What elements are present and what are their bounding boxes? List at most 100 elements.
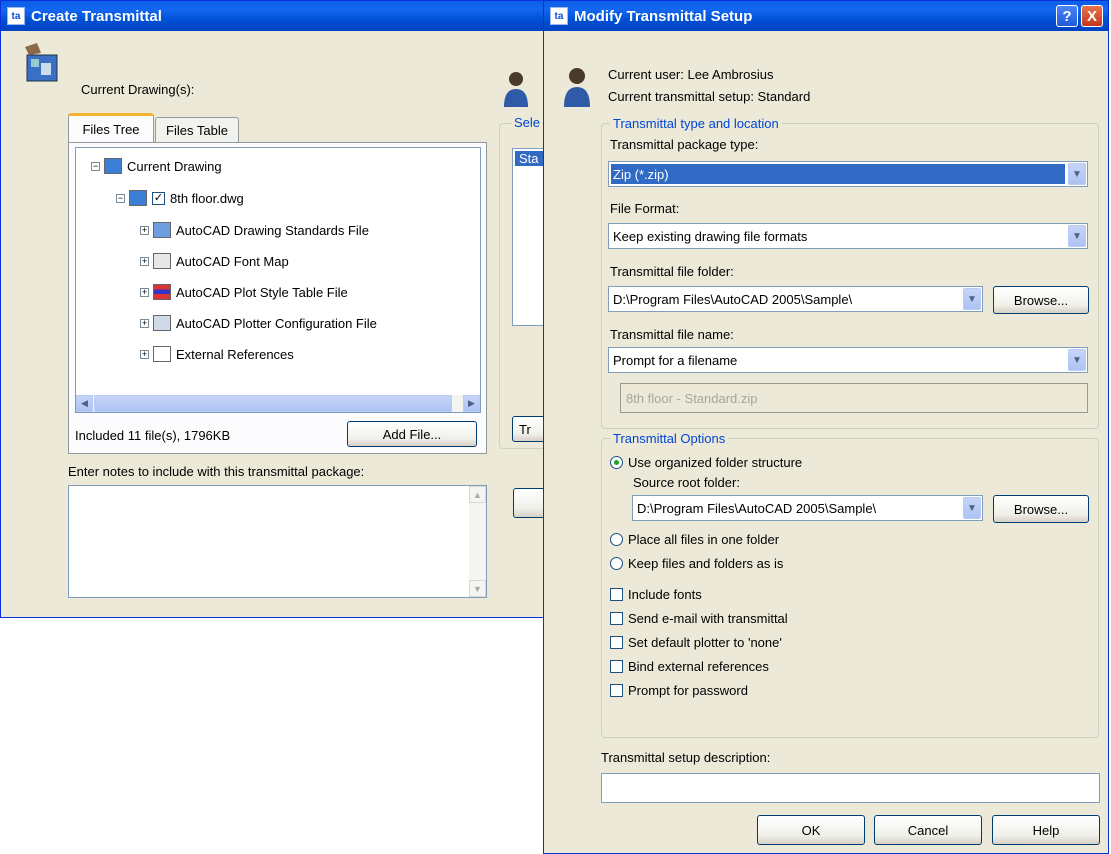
browse-root-button[interactable]: Browse... <box>993 495 1089 523</box>
chevron-down-icon[interactable]: ▼ <box>963 288 981 310</box>
expand-icon[interactable]: + <box>140 287 149 297</box>
file-format-select[interactable]: Keep existing drawing file formats ▼ <box>608 223 1088 249</box>
tab-files-tree-label: Files Tree <box>82 122 140 137</box>
chevron-down-icon[interactable]: ▼ <box>963 497 981 519</box>
title-bar[interactable]: ta Create Transmittal <box>1 1 547 31</box>
file-folder-select[interactable]: D:\Program Files\AutoCAD 2005\Sample\ ▼ <box>608 286 983 312</box>
files-tree-panel: − Current Drawing − ✓ 8th floor.dwg + Au… <box>68 142 487 454</box>
checkbox-include-fonts[interactable]: Include fonts <box>610 587 702 602</box>
user-icon <box>562 65 592 109</box>
plotter-icon <box>153 315 171 331</box>
expand-icon[interactable]: + <box>140 225 149 235</box>
current-user-text: Current user: Lee Ambrosius <box>608 67 774 82</box>
tree-item-label: 8th floor.dwg <box>170 190 244 206</box>
chevron-down-icon[interactable]: ▼ <box>1068 163 1086 185</box>
radio-button[interactable] <box>610 557 623 570</box>
tab-files-table[interactable]: Files Table <box>155 117 239 143</box>
tree-item-label: Current Drawing <box>127 158 222 174</box>
add-file-button[interactable]: Add File... <box>347 421 477 447</box>
file-name-select[interactable]: Prompt for a filename ▼ <box>608 347 1088 373</box>
drawing-set-icon <box>21 41 65 85</box>
title-bar[interactable]: ta Modify Transmittal Setup ? X <box>544 1 1108 31</box>
file-name-preview: 8th floor - Standard.zip <box>620 383 1088 413</box>
file-folder-value: D:\Program Files\AutoCAD 2005\Sample\ <box>613 291 853 307</box>
expand-icon[interactable]: + <box>140 349 149 359</box>
tree-item-font-map[interactable]: + AutoCAD Font Map <box>140 251 289 271</box>
browse-folder-button[interactable]: Browse... <box>993 286 1089 314</box>
drawing-icon <box>129 190 147 206</box>
chevron-down-icon[interactable]: ▼ <box>1068 225 1086 247</box>
scroll-right-button[interactable]: ▶ <box>463 395 480 412</box>
radio-organized-folder[interactable]: Use organized folder structure <box>610 455 802 470</box>
setup-list-item[interactable]: Sta <box>515 151 543 166</box>
source-root-label: Source root folder: <box>633 475 740 490</box>
help-button[interactable]: Help <box>992 815 1100 845</box>
checkbox-default-plotter[interactable]: Set default plotter to 'none' <box>610 635 782 650</box>
close-icon[interactable]: X <box>1081 5 1103 27</box>
checkbox-send-email[interactable]: Send e-mail with transmittal <box>610 611 788 626</box>
type-location-group-label: Transmittal type and location <box>610 116 782 131</box>
radio-one-folder[interactable]: Place all files in one folder <box>610 532 779 547</box>
font-map-icon <box>153 253 171 269</box>
current-setup-text: Current transmittal setup: Standard <box>608 89 811 104</box>
include-checkbox[interactable]: ✓ <box>152 191 165 205</box>
help-icon[interactable]: ? <box>1056 5 1078 27</box>
collapse-icon[interactable]: − <box>116 193 125 203</box>
tab-files-tree[interactable]: Files Tree <box>68 113 154 143</box>
user-icon <box>501 69 531 109</box>
file-name-value: Prompt for a filename <box>613 352 738 368</box>
scroll-thumb[interactable] <box>94 395 452 412</box>
current-drawings-label: Current Drawing(s): <box>81 82 195 97</box>
expand-icon[interactable]: + <box>140 256 149 266</box>
files-tree-view[interactable]: − Current Drawing − ✓ 8th floor.dwg + Au… <box>75 147 481 413</box>
tree-item-xrefs[interactable]: + External References <box>140 344 294 364</box>
plot-style-icon <box>153 284 171 300</box>
radio-button[interactable] <box>610 533 623 546</box>
tree-item-standards-file[interactable]: + AutoCAD Drawing Standards File <box>140 220 369 240</box>
notes-textarea[interactable]: ▲ ▼ <box>68 485 487 598</box>
create-transmittal-window: ta Create Transmittal Current Drawing(s)… <box>0 0 559 618</box>
modify-transmittal-setup-window: ta Modify Transmittal Setup ? X Current … <box>543 0 1109 854</box>
checkbox-prompt-password[interactable]: Prompt for password <box>610 683 748 698</box>
tree-item-plot-style[interactable]: + AutoCAD Plot Style Table File <box>140 282 348 302</box>
file-format-value: Keep existing drawing file formats <box>613 228 808 244</box>
ok-button[interactable]: OK <box>757 815 865 845</box>
collapse-icon[interactable]: − <box>91 161 100 171</box>
checkbox-bind-xrefs[interactable]: Bind external references <box>610 659 769 674</box>
description-input[interactable] <box>601 773 1100 803</box>
chevron-down-icon[interactable]: ▼ <box>1068 349 1086 371</box>
tree-item-label: External References <box>176 346 294 362</box>
scroll-down-button[interactable]: ▼ <box>469 580 486 597</box>
window-title: Modify Transmittal Setup <box>574 7 753 25</box>
expand-icon[interactable]: + <box>140 318 149 328</box>
file-name-label: Transmittal file name: <box>610 327 734 342</box>
scroll-left-button[interactable]: ◀ <box>76 395 93 412</box>
file-format-label: File Format: <box>610 201 680 216</box>
radio-keep-as-is[interactable]: Keep files and folders as is <box>610 556 783 571</box>
tree-item-label: AutoCAD Plot Style Table File <box>176 284 348 300</box>
cancel-button[interactable]: Cancel <box>874 815 982 845</box>
notes-scrollbar[interactable]: ▲ ▼ <box>469 486 486 597</box>
scroll-up-button[interactable]: ▲ <box>469 486 486 503</box>
tree-item-label: AutoCAD Plotter Configuration File <box>176 315 377 331</box>
app-icon: ta <box>7 7 25 25</box>
checkbox[interactable] <box>610 660 623 673</box>
checkbox[interactable] <box>610 588 623 601</box>
radio-button[interactable] <box>610 456 623 469</box>
source-root-value: D:\Program Files\AutoCAD 2005\Sample\ <box>637 500 877 516</box>
checkbox[interactable] <box>610 636 623 649</box>
horizontal-scrollbar[interactable]: ◀ ▶ <box>76 395 480 412</box>
file-folder-label: Transmittal file folder: <box>610 264 734 279</box>
tree-item-8th-floor[interactable]: − ✓ 8th floor.dwg <box>116 188 244 208</box>
tree-item-label: AutoCAD Font Map <box>176 253 289 269</box>
description-label: Transmittal setup description: <box>601 750 771 765</box>
checkbox[interactable] <box>610 612 623 625</box>
checkbox[interactable] <box>610 684 623 697</box>
tree-item-plotter-config[interactable]: + AutoCAD Plotter Configuration File <box>140 313 377 333</box>
package-type-select[interactable]: Zip (*.zip) ▼ <box>608 161 1088 187</box>
tree-item-current-drawing[interactable]: − Current Drawing <box>91 156 222 176</box>
package-type-value: Zip (*.zip) <box>611 164 1065 184</box>
tree-item-label: AutoCAD Drawing Standards File <box>176 222 369 238</box>
app-icon: ta <box>550 7 568 25</box>
source-root-select[interactable]: D:\Program Files\AutoCAD 2005\Sample\ ▼ <box>632 495 983 521</box>
